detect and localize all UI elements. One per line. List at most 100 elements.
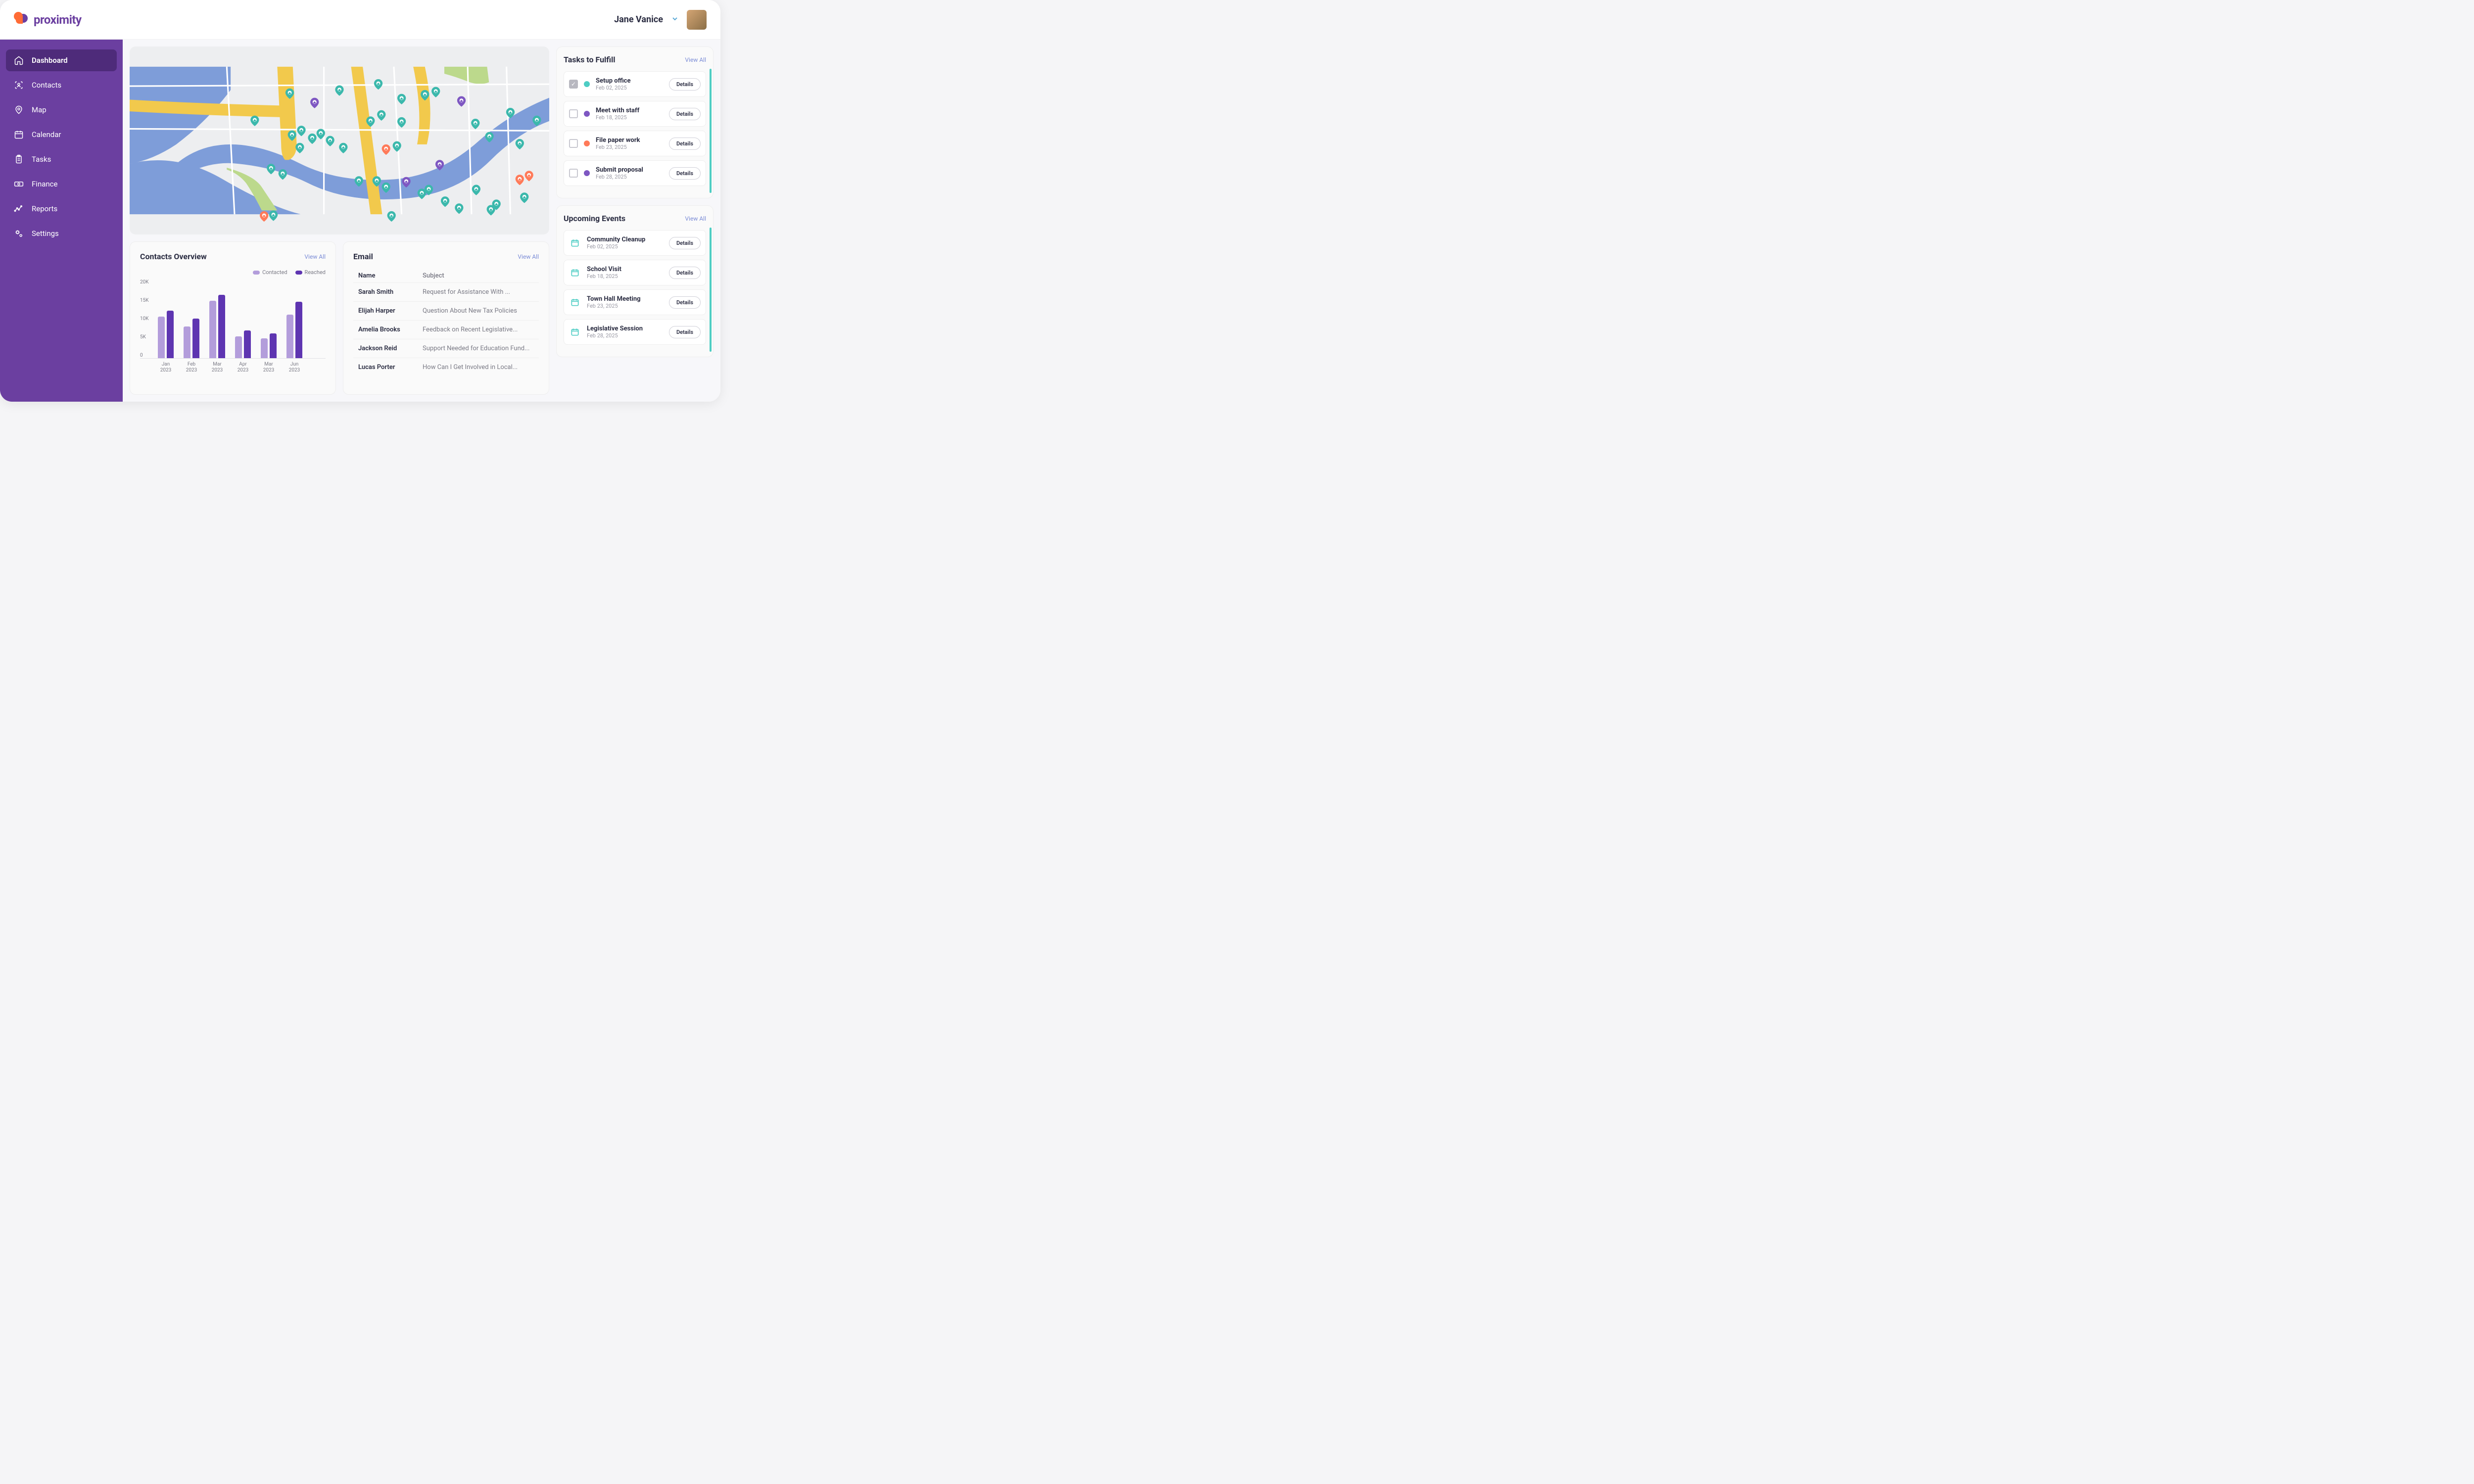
tasks-view-all[interactable]: View All <box>685 56 706 63</box>
sidebar: Dashboard Contacts Map Calendar Tasks Finance… <box>0 40 123 402</box>
bar <box>295 302 302 358</box>
task-details-button[interactable]: Details <box>669 108 701 120</box>
map-pin[interactable] <box>260 211 268 222</box>
task-details-button[interactable]: Details <box>669 167 701 180</box>
email-row[interactable]: Elijah HarperQuestion About New Tax Poli… <box>353 301 539 320</box>
bar <box>184 326 190 358</box>
event-details-button[interactable]: Details <box>669 296 701 309</box>
email-card: Email View All Name Subject Sarah SmithR… <box>343 241 549 395</box>
sidebar-item-reports[interactable]: Reports <box>6 198 117 220</box>
task-row: Setup officeFeb 02, 2025 Details <box>564 71 706 97</box>
event-details-button[interactable]: Details <box>669 267 701 279</box>
contacts-view-all[interactable]: View All <box>304 253 326 260</box>
logo-text: proximity <box>34 13 82 27</box>
task-details-button[interactable]: Details <box>669 138 701 150</box>
right-column: Tasks to Fulfill View All Setup officeFe… <box>556 46 714 395</box>
sidebar-item-calendar[interactable]: Calendar <box>6 124 117 145</box>
task-details-button[interactable]: Details <box>669 78 701 91</box>
calendar-icon <box>569 237 581 249</box>
sidebar-item-tasks[interactable]: Tasks <box>6 148 117 170</box>
user-name: Jane Vanice <box>614 14 663 25</box>
x-axis: Jan2023Feb2023Mar2023Apr2023Mar2023Jun20… <box>140 362 326 373</box>
sidebar-item-finance[interactable]: Finance <box>6 173 117 195</box>
map-pin[interactable] <box>269 210 278 221</box>
email-sender: Sarah Smith <box>358 288 423 296</box>
email-row[interactable]: Sarah SmithRequest for Assistance With .… <box>353 282 539 301</box>
legend-item: Reached <box>295 269 326 276</box>
sidebar-item-label: Settings <box>32 229 59 238</box>
task-checkbox[interactable] <box>569 109 578 118</box>
email-col-subject: Subject <box>423 272 534 279</box>
email-subject: Question About New Tax Policies <box>423 307 534 315</box>
bar <box>192 319 199 358</box>
email-subject: Request for Assistance With ... <box>423 288 534 296</box>
bar <box>235 336 242 358</box>
event-details-button[interactable]: Details <box>669 326 701 338</box>
person-focus-icon <box>14 80 24 90</box>
task-status-dot <box>584 170 590 176</box>
task-title: Meet with staff <box>596 107 663 114</box>
logo-icon <box>14 12 30 28</box>
task-date: Feb 18, 2025 <box>596 114 663 121</box>
legend-item: Contacted <box>253 269 287 276</box>
event-title: Legislative Session <box>587 325 663 332</box>
email-sender: Lucas Porter <box>358 364 423 371</box>
bar <box>244 330 251 358</box>
tasks-title: Tasks to Fulfill <box>564 55 616 64</box>
task-title: Submit proposal <box>596 166 663 174</box>
bar-chart: 20K15K10K5K0 <box>140 279 326 359</box>
app-window: proximity Jane Vanice Dashboard Contacts M… <box>0 0 720 402</box>
sidebar-item-dashboard[interactable]: Dashboard <box>6 49 117 71</box>
sidebar-item-label: Dashboard <box>32 56 68 65</box>
email-view-all[interactable]: View All <box>518 253 539 260</box>
gears-icon <box>14 229 24 238</box>
email-col-name: Name <box>358 272 423 279</box>
task-checkbox[interactable] <box>569 169 578 178</box>
calendar-icon <box>569 296 581 308</box>
map-card[interactable] <box>130 46 549 234</box>
event-date: Feb 23, 2025 <box>587 303 663 309</box>
events-view-all[interactable]: View All <box>685 215 706 222</box>
banknote-icon <box>14 179 24 189</box>
map-pin[interactable] <box>387 211 396 222</box>
task-date: Feb 02, 2025 <box>596 85 663 91</box>
event-details-button[interactable]: Details <box>669 237 701 249</box>
task-row: Submit proposalFeb 28, 2025 Details <box>564 160 706 186</box>
bar <box>261 338 268 358</box>
email-row[interactable]: Lucas PorterHow Can I Get Involved in Lo… <box>353 358 539 376</box>
chevron-down-icon <box>671 15 679 25</box>
email-subject: How Can I Get Involved in Local... <box>423 364 534 371</box>
task-status-dot <box>584 111 590 117</box>
email-title: Email <box>353 252 373 261</box>
user-menu[interactable]: Jane Vanice <box>614 10 707 30</box>
sidebar-item-settings[interactable]: Settings <box>6 223 117 244</box>
logo[interactable]: proximity <box>14 12 82 28</box>
event-row: Town Hall MeetingFeb 23, 2025 Details <box>564 289 706 315</box>
bar <box>270 333 277 358</box>
email-subject: Support Needed for Education Fund... <box>423 345 534 352</box>
avatar[interactable] <box>687 10 707 30</box>
x-tick: Jan2023 <box>158 362 174 373</box>
event-date: Feb 02, 2025 <box>587 243 663 250</box>
x-tick: Feb2023 <box>184 362 199 373</box>
email-row[interactable]: Jackson ReidSupport Needed for Education… <box>353 339 539 358</box>
task-status-dot <box>584 140 590 146</box>
task-checkbox[interactable] <box>569 139 578 148</box>
bar-group <box>235 330 251 358</box>
sidebar-item-contacts[interactable]: Contacts <box>6 74 117 96</box>
contacts-overview-card: Contacts Overview View All ContactedReac… <box>130 241 336 395</box>
clipboard-icon <box>14 154 24 164</box>
task-checkbox[interactable] <box>569 80 578 89</box>
calendar-icon <box>569 267 581 278</box>
bar-group <box>261 333 277 358</box>
event-title: Town Hall Meeting <box>587 295 663 303</box>
task-date: Feb 23, 2025 <box>596 144 663 150</box>
sidebar-item-label: Calendar <box>32 130 61 139</box>
lower-row: Contacts Overview View All ContactedReac… <box>130 241 549 395</box>
event-row: Legislative SessionFeb 28, 2025 Details <box>564 319 706 345</box>
bar <box>286 315 293 358</box>
sidebar-item-map[interactable]: Map <box>6 99 117 121</box>
email-row[interactable]: Amelia BrooksFeedback on Recent Legislat… <box>353 320 539 339</box>
tasks-panel: Tasks to Fulfill View All Setup officeFe… <box>556 46 714 198</box>
email-subject: Feedback on Recent Legislative... <box>423 326 534 333</box>
